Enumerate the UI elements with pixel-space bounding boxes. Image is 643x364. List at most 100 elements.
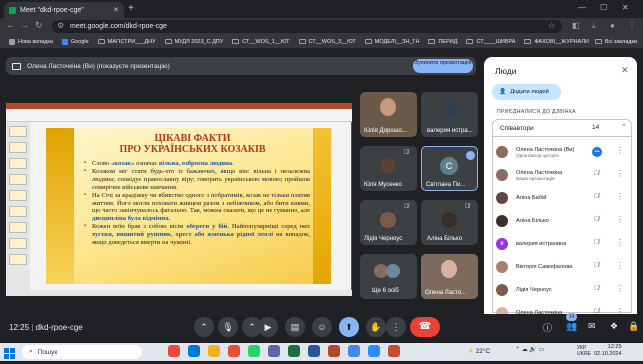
participant-tile[interactable]: 🎙̸ Юля Мусенко — [360, 146, 417, 191]
participant-tile[interactable]: 🎙̸ Лідія Черноус — [360, 200, 417, 245]
meet-favicon — [9, 6, 16, 14]
stop-presenting-button[interactable]: Зупинити презентацію — [413, 59, 473, 73]
self-view-tile[interactable]: Олена Ласто... — [421, 254, 478, 299]
people-icon[interactable]: 👥 — [566, 321, 577, 332]
emoji-button[interactable]: ☺ — [312, 317, 332, 337]
participant-row[interactable]: в валерия истранина 🎙̸ ⋮ — [496, 233, 630, 255]
contributors-group-header[interactable]: Співавтори — [492, 119, 632, 137]
system-clock[interactable]: 12:25 02.10.2024 — [594, 344, 622, 358]
address-bar[interactable]: meet.google.com/dkd-rpoe-cge — [52, 20, 562, 33]
avatar: в — [496, 238, 508, 250]
taskbar-app-icon[interactable] — [228, 345, 240, 357]
add-people-button[interactable]: 👤 Додати людей — [492, 84, 561, 100]
maximize-icon[interactable]: ☐ — [600, 3, 607, 12]
captions-button[interactable]: ▤ — [285, 317, 305, 337]
windows-start-icon[interactable] — [4, 346, 15, 359]
back-icon[interactable]: ← — [6, 20, 15, 30]
bookmark-folder[interactable]: ПЕРИД — [428, 39, 457, 45]
participant-name: Юлія Дорошо... — [364, 128, 407, 134]
participant-tile[interactable]: валерия истра... — [421, 92, 478, 137]
speaking-indicator-icon — [466, 151, 475, 160]
people-panel-title: Люди — [495, 66, 517, 76]
profile-icon[interactable]: ● — [610, 21, 615, 30]
participant-row[interactable]: Вікторія Самофалова 🎙̸ ⋮ — [496, 256, 630, 278]
bookmark-folder[interactable]: ФАХОВІ__ЖУРНАЛИ — [524, 39, 589, 45]
participant-name: Юля Мусенко — [364, 182, 402, 188]
more-options-icon[interactable]: ⋮ — [616, 238, 624, 247]
info-icon[interactable]: ⓘ — [543, 321, 552, 334]
participant-tile-speaking[interactable]: С Світлана Пи... — [421, 146, 478, 191]
taskbar-app-icon[interactable] — [208, 345, 220, 357]
more-options-icon[interactable]: ⋮ — [616, 169, 624, 178]
bookmark-folder[interactable]: МУДЛ 2023_С ДПУ — [164, 39, 223, 45]
more-options-icon[interactable]: ⋮ — [616, 215, 624, 224]
participant-count: 14 — [592, 124, 600, 131]
window-close-icon[interactable]: ✕ — [622, 3, 629, 12]
taskbar-app-icon[interactable] — [368, 345, 380, 357]
participant-tile[interactable]: 🎙̸ Аліна Білько — [421, 200, 478, 245]
microphone-button[interactable]: 🎙 — [218, 317, 238, 337]
host-controls-icon[interactable]: 🔒 — [628, 321, 639, 332]
more-options-icon[interactable]: ⋮ — [616, 261, 624, 270]
taskbar-app-icon[interactable] — [328, 345, 340, 357]
more-options-icon[interactable]: ⋮ — [616, 146, 624, 155]
more-options-icon[interactable]: ⋮ — [616, 284, 624, 293]
camera-button[interactable]: ▶ — [258, 317, 278, 337]
leave-call-button[interactable]: ☎ — [410, 317, 440, 337]
folder-icon — [364, 39, 372, 44]
all-bookmarks[interactable]: Всі закладки — [594, 39, 637, 45]
participant-name: Лідія Черноус — [364, 236, 403, 242]
downloads-icon[interactable]: ⤓ — [592, 21, 596, 31]
new-tab-icon[interactable]: + — [128, 4, 134, 14]
taskbar-app-icon[interactable] — [348, 345, 360, 357]
bookmark-star-icon[interactable]: ☆ — [548, 21, 555, 30]
menu-icon[interactable]: ⋮ — [628, 21, 636, 30]
bookmark-folder[interactable]: МОДЕЛІ__ЗН_ГН — [364, 39, 419, 45]
audio-menu-chevron-icon[interactable]: ⌃ — [194, 317, 214, 337]
present-button[interactable]: ⬆ — [339, 317, 359, 337]
input-language[interactable]: УКР UKRE — [577, 345, 591, 357]
taskbar-app-icon[interactable] — [388, 345, 400, 357]
site-info-icon[interactable]: ⚙ — [57, 21, 64, 30]
participant-tile[interactable]: Юлія Дорошо... — [360, 92, 417, 137]
avatar — [380, 212, 396, 228]
taskbar-app-icon[interactable] — [268, 345, 280, 357]
chevron-up-icon[interactable]: ⌃ — [621, 123, 627, 131]
taskbar-search[interactable]: ⌕ Пошук — [22, 345, 142, 359]
bookmark-folder[interactable]: СТ____ШИВРА — [466, 39, 515, 45]
more-options-button[interactable]: ⋮ — [386, 317, 406, 337]
participant-row[interactable]: Аліна Білько 🎙̸ ⋮ — [496, 210, 630, 232]
more-options-icon[interactable]: ⋮ — [616, 192, 624, 201]
taskbar-app-icon[interactable] — [248, 345, 260, 357]
participant-row[interactable]: Олена Ласточкіна (Ви) Організатор зустріч… — [496, 141, 630, 163]
more-participants-tile[interactable]: Ще 6 осіб — [360, 254, 417, 299]
participant-row[interactable]: Аліна Бабій 🎙̸ ⋮ — [496, 187, 630, 209]
taskbar-app-icon[interactable] — [168, 345, 180, 357]
chat-icon[interactable]: ✉ — [588, 321, 596, 332]
bookmark-item[interactable]: Google — [61, 38, 89, 45]
browser-tab[interactable]: Meet "dkd-rpoe-cge" ✕ — [4, 2, 124, 18]
taskbar-app-icon[interactable] — [308, 345, 320, 357]
reload-icon[interactable]: ↻ — [35, 20, 43, 31]
close-panel-icon[interactable]: ✕ — [621, 65, 629, 76]
tab-close-icon[interactable]: ✕ — [113, 6, 119, 14]
participant-row[interactable]: Лідія Черноус 🎙̸ ⋮ — [496, 279, 630, 301]
taskbar-app-icon[interactable] — [288, 345, 300, 357]
bookmark-folder[interactable]: СТ__WOS_3__ЮТ — [298, 39, 356, 45]
weather-widget[interactable]: ☀ 22°C — [468, 347, 490, 355]
taskbar-app-icon[interactable] — [188, 345, 200, 357]
bookmark-folder[interactable]: МАГІСТРИ___ДНУ — [97, 39, 156, 45]
tray-icons[interactable]: ⌃ ☁ 🔊 ▭ — [515, 346, 544, 353]
activities-icon[interactable]: ❖ — [610, 321, 618, 332]
add-person-icon: 👤 — [499, 89, 507, 95]
present-screen-icon — [12, 62, 21, 70]
forward-icon[interactable]: → — [20, 20, 29, 30]
bookmark-folder[interactable]: СТ__WOS_1__ЮТ — [232, 39, 290, 45]
raise-hand-button[interactable]: ✋ — [366, 317, 386, 337]
minimize-icon[interactable]: — — [578, 3, 586, 12]
extensions-icon[interactable]: ◧ — [572, 21, 580, 30]
meeting-time-code: 12:25 | dkd-rpoe-cge — [9, 323, 83, 332]
bookmarks-bar: Нова вкладка Google МАГІСТРИ___ДНУ МУДЛ … — [0, 35, 643, 49]
participant-row[interactable]: Олена Ласточкіна Ваша презентація 🎙̸ ⋮ — [496, 164, 630, 186]
bookmark-item[interactable]: Нова вкладка — [9, 38, 53, 45]
